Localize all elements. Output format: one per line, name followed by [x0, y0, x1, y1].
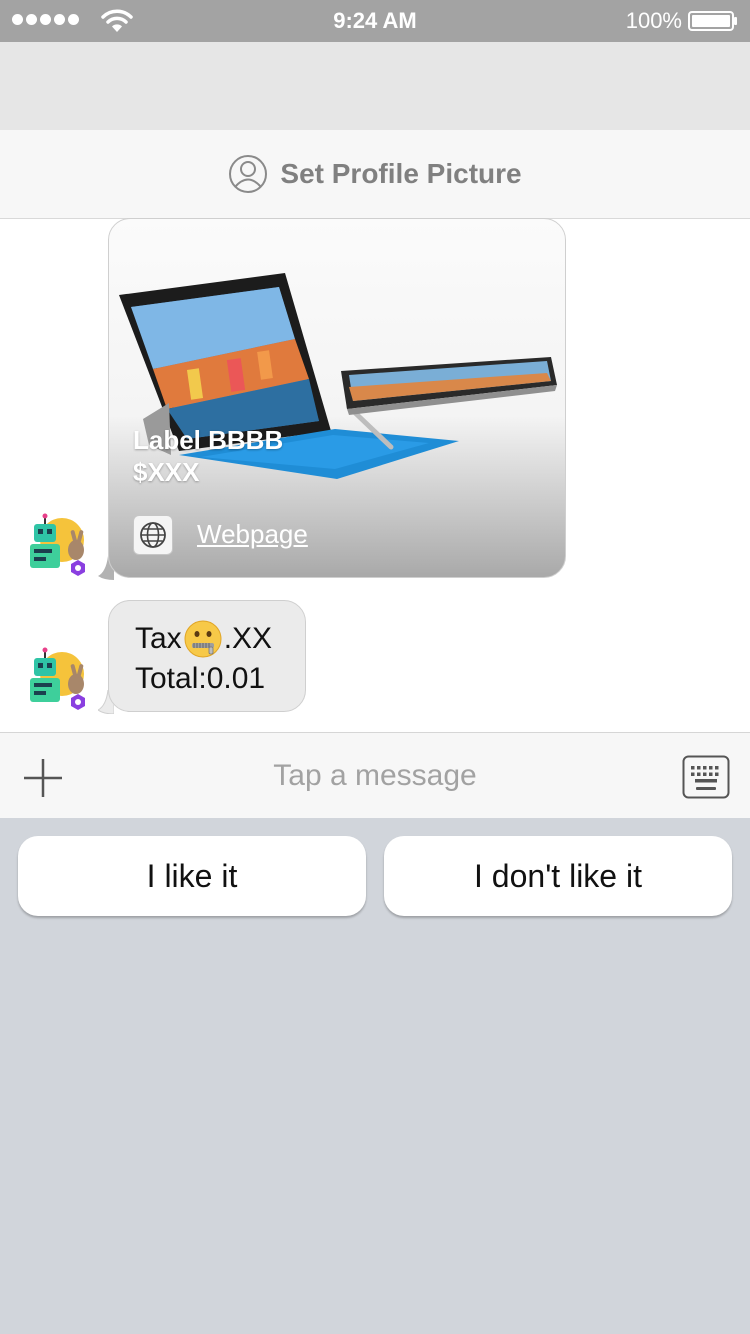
message-input-bar — [0, 732, 750, 818]
set-profile-picture-label: Set Profile Picture — [280, 158, 522, 189]
total-line: Total:0.01 — [135, 662, 266, 695]
battery-percent: 100% — [625, 8, 682, 33]
card-price: $XXX — [133, 457, 200, 487]
plus-icon[interactable] — [22, 757, 64, 799]
message-bubble[interactable]: Tax .XX Total:0.01 — [108, 600, 306, 712]
battery-icon — [688, 11, 737, 31]
bot-avatar-icon — [30, 513, 85, 576]
product-card[interactable]: Label BBBB $XXX Webpage — [108, 218, 566, 578]
status-bar: 9:24 AM 100% — [0, 0, 750, 42]
tax-value: .XX — [223, 622, 273, 655]
quick-reply-like-button[interactable]: I like it — [18, 836, 366, 916]
set-profile-picture-bar[interactable]: Set Profile Picture — [0, 130, 750, 219]
tax-label: Tax — [135, 622, 182, 655]
webpage-button[interactable] — [133, 515, 173, 555]
user-profile-icon — [229, 155, 268, 193]
zipper-mouth-face-icon — [184, 620, 222, 658]
keyboard-icon[interactable] — [682, 755, 730, 799]
quick-reply-area: I like it I don't like it — [0, 818, 750, 1334]
bot-avatar-icon — [30, 647, 85, 710]
nav-bar — [0, 42, 750, 130]
quick-reply-dislike-button[interactable]: I don't like it — [384, 836, 732, 916]
webpage-link[interactable]: Webpage — [197, 519, 308, 550]
card-title: Label BBBB — [133, 425, 284, 455]
message-line: Tax .XX — [135, 619, 279, 659]
message-input[interactable] — [150, 747, 600, 805]
globe-icon — [140, 522, 166, 548]
